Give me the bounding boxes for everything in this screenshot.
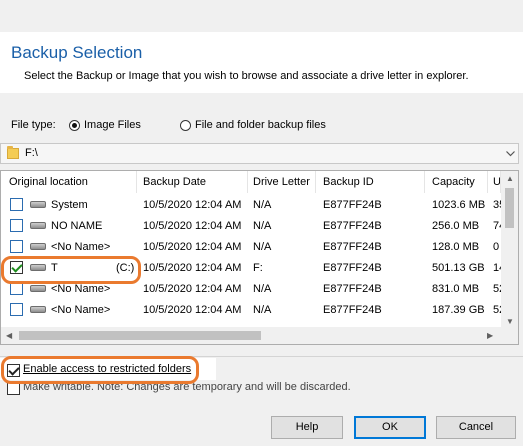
table-row[interactable]: System 10/5/2020 12:04 AM N/A E877FF24B 1023… xyxy=(1,195,503,216)
cell-capacity: 831.0 MB xyxy=(432,283,480,295)
cell-backup-id: E877FF24B xyxy=(323,241,382,253)
cell-drive-letter: N/A xyxy=(253,220,272,232)
column-drive-letter[interactable]: Drive Letter xyxy=(248,171,316,193)
drive-icon xyxy=(30,222,46,229)
drive-icon xyxy=(30,306,46,313)
column-backup-id[interactable]: Backup ID xyxy=(316,171,425,193)
cell-capacity: 501.13 GB xyxy=(432,262,485,274)
scroll-right-icon[interactable]: ▶ xyxy=(487,331,493,340)
path-value: F:\ xyxy=(25,147,38,159)
cell-capacity: 256.0 MB xyxy=(432,220,480,232)
column-capacity[interactable]: Capacity xyxy=(425,171,488,193)
cell-drive-letter: N/A xyxy=(253,199,272,211)
cell-drive-letter: N/A xyxy=(253,304,272,316)
cell-drive-letter: F: xyxy=(253,262,263,274)
title-bar-strip xyxy=(0,0,523,32)
cell-drive-letter: N/A xyxy=(253,241,272,253)
table-row[interactable]: <No Name> 10/5/2020 12:04 AM N/A E877FF24B 1… xyxy=(1,237,501,258)
horizontal-scroll-thumb[interactable] xyxy=(19,331,261,340)
cell-original-location: NO NAME xyxy=(51,220,103,232)
cell-backup-id: E877FF24B xyxy=(323,283,382,295)
row-checkbox[interactable] xyxy=(10,240,23,253)
cell-backup-date: 10/5/2020 12:04 AM xyxy=(143,283,242,295)
cell-backup-date: 10/5/2020 12:04 AM xyxy=(143,241,242,253)
folder-icon xyxy=(7,146,19,159)
cell-original-location: System xyxy=(51,199,88,211)
ok-button[interactable]: OK xyxy=(354,416,426,439)
file-folder-backup-label[interactable]: File and folder backup files xyxy=(195,119,326,131)
path-combobox[interactable]: F:\ xyxy=(0,143,519,164)
horizontal-scrollbar[interactable]: ◀ ▶ xyxy=(1,327,501,344)
cell-drive-letter: N/A xyxy=(253,283,272,295)
cell-capacity: 187.39 GB xyxy=(432,304,485,316)
row-checkbox[interactable] xyxy=(10,303,23,316)
cell-original-location: <No Name> xyxy=(51,241,111,253)
column-used[interactable]: U xyxy=(488,171,501,193)
cell-backup-date: 10/5/2020 12:04 AM xyxy=(143,262,242,274)
image-files-radio[interactable] xyxy=(69,120,80,131)
image-files-label[interactable]: Image Files xyxy=(84,119,141,131)
cell-backup-id: E877FF24B xyxy=(323,262,382,274)
cell-backup-date: 10/5/2020 12:04 AM xyxy=(143,199,242,211)
highlight-selected-row xyxy=(1,256,141,284)
column-original-location[interactable]: Original location xyxy=(1,171,137,193)
cell-backup-date: 10/5/2020 12:04 AM xyxy=(143,304,242,316)
scroll-down-icon[interactable]: ▼ xyxy=(506,317,514,326)
cell-backup-date: 10/5/2020 12:04 AM xyxy=(143,220,242,232)
table-row[interactable]: <No Name> 10/5/2020 12:04 AM N/A E877FF24B 1… xyxy=(1,300,503,321)
vertical-scrollbar[interactable]: ▲ ▼ xyxy=(501,171,518,344)
scroll-up-icon[interactable]: ▲ xyxy=(506,174,514,183)
cell-original-location: <No Name> xyxy=(51,304,111,316)
dialog-title: Backup Selection xyxy=(11,43,143,62)
column-backup-date[interactable]: Backup Date xyxy=(137,171,248,193)
file-folder-backup-radio[interactable] xyxy=(180,120,191,131)
row-checkbox[interactable] xyxy=(10,198,23,211)
cell-backup-id: E877FF24B xyxy=(323,220,382,232)
table-row[interactable]: NO NAME 10/5/2020 12:04 AM N/A E877FF24B 256… xyxy=(1,216,503,237)
dialog-header: Backup Selection Select the Backup or Im… xyxy=(0,32,523,93)
help-button[interactable]: Help xyxy=(271,416,343,439)
cancel-button[interactable]: Cancel xyxy=(436,416,516,439)
cell-capacity: 128.0 MB xyxy=(432,241,480,253)
row-checkbox[interactable] xyxy=(10,219,23,232)
cell-backup-id: E877FF24B xyxy=(323,304,382,316)
chevron-down-icon[interactable] xyxy=(506,151,515,157)
highlight-restricted-option xyxy=(1,356,199,384)
cell-backup-id: E877FF24B xyxy=(323,199,382,211)
dialog-subtitle: Select the Backup or Image that you wish… xyxy=(24,70,469,82)
file-type-row: File type: Image Files File and folder b… xyxy=(11,119,351,135)
drive-icon xyxy=(30,201,46,208)
vertical-scroll-thumb[interactable] xyxy=(505,188,514,228)
file-type-label: File type: xyxy=(11,119,56,131)
scroll-left-icon[interactable]: ◀ xyxy=(6,331,12,340)
drive-icon xyxy=(30,243,46,250)
drive-icon xyxy=(30,285,46,292)
cell-capacity: 1023.6 MB xyxy=(432,199,486,211)
